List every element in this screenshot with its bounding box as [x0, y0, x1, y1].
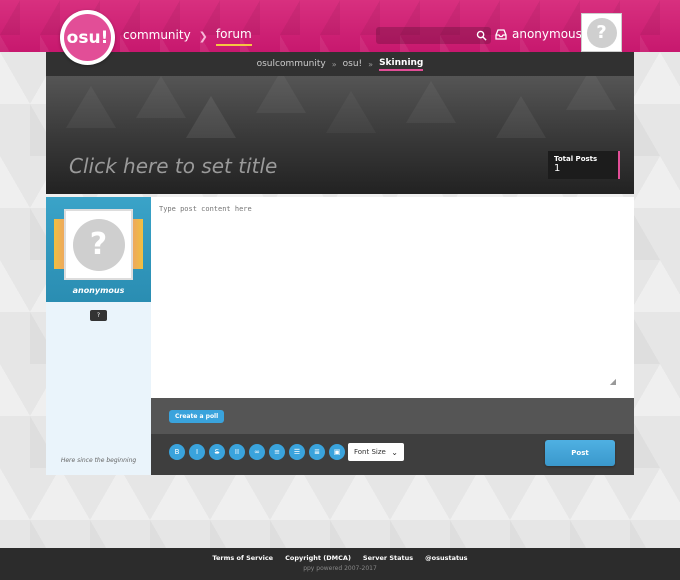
default-avatar-icon: ? [586, 17, 617, 48]
footer-link-status[interactable]: Server Status [363, 554, 413, 562]
total-posts-box: Total Posts 1 [548, 151, 620, 179]
breadcrumb-item[interactable]: osulcommunity [257, 59, 326, 69]
author-sidebar: ? anonymous ? Here since the beginning [46, 197, 151, 475]
breadcrumb-item[interactable]: osu! [343, 59, 363, 69]
breadcrumb-current[interactable]: Skinning [379, 58, 424, 71]
post-content-input[interactable] [159, 205, 627, 390]
poll-bar: Create a poll [151, 398, 634, 434]
logo-text: osu! [64, 14, 111, 61]
image-icon[interactable]: ▣ [329, 444, 345, 460]
footer-copyright: ppy powered 2007-2017 [303, 565, 377, 572]
post-button[interactable]: Post [545, 440, 615, 466]
total-posts-value: 1 [554, 163, 561, 174]
footer-link-dmca[interactable]: Copyright (DMCA) [285, 554, 351, 562]
username-label[interactable]: anonymous [512, 27, 582, 41]
font-size-select[interactable]: Font Size ⌄ [348, 443, 404, 461]
italic-icon[interactable]: I [189, 444, 205, 460]
breadcrumb: osulcommunity » osu! » Skinning [46, 52, 634, 76]
nav-forum[interactable]: forum [215, 27, 252, 46]
search-box[interactable] [376, 27, 491, 48]
font-size-label: Font Size [354, 448, 386, 456]
list-icon[interactable]: ≡ [269, 444, 285, 460]
footer-link-tos[interactable]: Terms of Service [212, 554, 273, 562]
avatar[interactable]: ? [581, 13, 622, 52]
footer-link-osustatus[interactable]: @osustatus [425, 554, 467, 562]
quote-icon[interactable]: ≣ [309, 444, 325, 460]
forum-post-container: osulcommunity » osu! » Skinning Click he… [46, 52, 634, 475]
editor-toolbar: B I S II ∞ ≡ ☰ ≣ ▣ Font Size ⌄ Post [151, 434, 634, 475]
default-avatar-icon: ? [72, 218, 125, 271]
bold-icon[interactable]: B [169, 444, 185, 460]
double-chevron-icon: » [331, 59, 337, 69]
chevron-right-icon: ❯ [198, 30, 208, 43]
author-avatar[interactable]: ? [64, 209, 133, 280]
heading-icon[interactable]: II [229, 444, 245, 460]
topic-banner: Click here to set title Total Posts 1 [46, 76, 634, 194]
footer: Terms of Service Copyright (DMCA) Server… [0, 548, 680, 580]
strikethrough-icon[interactable]: S [209, 444, 225, 460]
create-poll-button[interactable]: Create a poll [169, 410, 225, 423]
inbox-icon[interactable] [495, 28, 507, 40]
double-chevron-icon: » [368, 59, 374, 69]
nav-community[interactable]: community [123, 28, 191, 45]
search-icon[interactable] [476, 30, 487, 41]
post-editor: ◢ [151, 197, 634, 398]
numbered-list-icon[interactable]: ☰ [289, 444, 305, 460]
user-badge: ? [90, 310, 107, 321]
topic-title-input[interactable]: Click here to set title [69, 154, 277, 178]
author-name[interactable]: anonymous [46, 286, 151, 295]
link-icon[interactable]: ∞ [249, 444, 265, 460]
resize-handle-icon[interactable]: ◢ [610, 377, 616, 386]
osu-logo[interactable]: osu! [60, 10, 115, 65]
chevron-down-icon: ⌄ [391, 447, 398, 457]
author-header: ? anonymous [46, 197, 151, 302]
search-input[interactable] [376, 30, 491, 48]
member-since: Here since the beginning [60, 457, 137, 464]
total-posts-label: Total Posts [554, 155, 598, 163]
main-nav: community ❯ forum [123, 27, 252, 46]
user-menu[interactable]: anonymous [495, 27, 582, 41]
